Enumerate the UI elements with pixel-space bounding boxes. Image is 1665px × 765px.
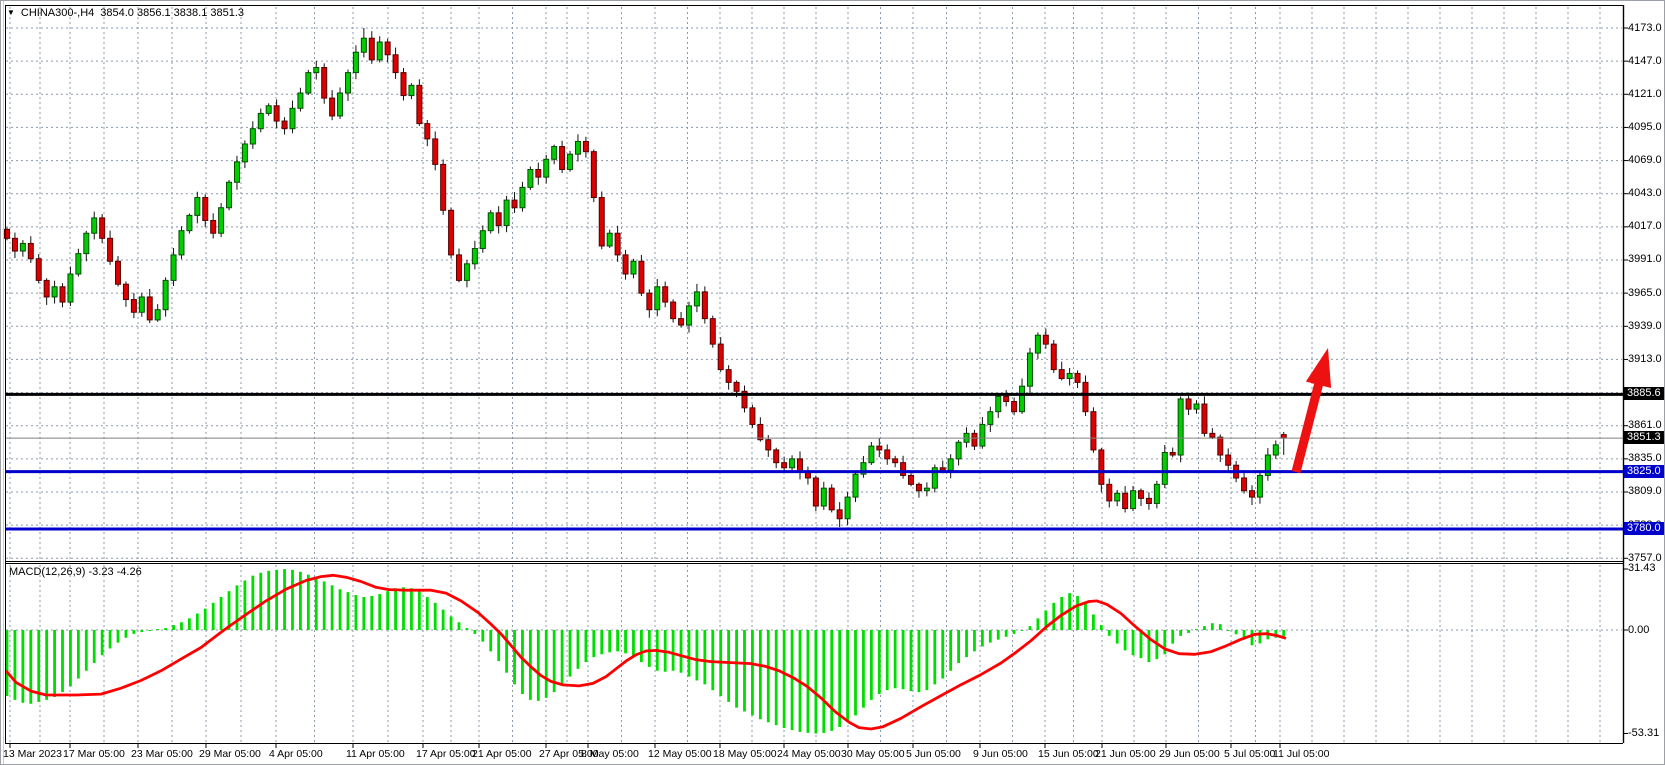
time-tick-label: 5 Jun 05:00 — [906, 748, 961, 760]
price-tick-label: 3991.0 — [1628, 253, 1662, 265]
time-tick-label: 23 Mar 05:00 — [131, 748, 193, 760]
price-tick-label: 3965.0 — [1628, 287, 1662, 299]
time-tick-label: 13 Mar 2023 — [3, 748, 62, 760]
time-tick-label: 17 Apr 05:00 — [416, 748, 476, 760]
price-level-badge: 3780.0 — [1624, 522, 1665, 535]
chart-canvas[interactable] — [1, 1, 1665, 765]
chart-window: ▼ CHINA300-,H4 3854.0 3856.1 3838.1 3851… — [0, 0, 1665, 765]
time-tick-label: 18 May 05:00 — [713, 748, 777, 760]
price-tick-label: 4173.0 — [1628, 22, 1662, 34]
ohlc-values-label: 3854.0 3856.1 3838.1 3851.3 — [100, 7, 244, 19]
macd-values-label: -3.23 -4.26 — [88, 566, 141, 578]
price-tick-label: 4095.0 — [1628, 121, 1662, 133]
price-tick-label: 4147.0 — [1628, 55, 1662, 67]
chevron-down-icon[interactable]: ▼ — [7, 8, 15, 17]
chart-title: ▼ CHINA300-,H4 3854.0 3856.1 3838.1 3851… — [7, 7, 244, 19]
time-tick-label: 12 May 05:00 — [648, 748, 712, 760]
price-tick-label: 4043.0 — [1628, 187, 1662, 199]
price-tick-label: 4017.0 — [1628, 220, 1662, 232]
price-tick-label: 3835.0 — [1628, 452, 1662, 464]
time-tick-label: 15 Jun 05:00 — [1038, 748, 1099, 760]
time-tick-label: 30 May 05:00 — [841, 748, 905, 760]
time-tick-label: 29 Jun 05:00 — [1159, 748, 1220, 760]
macd-indicator-label: MACD(12,26,9) -3.23 -4.26 — [9, 566, 142, 578]
time-tick-label: 24 May 05:00 — [777, 748, 841, 760]
macd-tick-label: -53.31 — [1628, 727, 1659, 739]
up-arrow-annotation[interactable] — [1292, 348, 1332, 473]
macd-tick-label: 31.43 — [1628, 562, 1656, 574]
time-tick-label: 9 Jun 05:00 — [973, 748, 1028, 760]
macd-tick-label: 0.00 — [1628, 624, 1649, 636]
time-tick-label: 21 Apr 05:00 — [472, 748, 532, 760]
symbol-timeframe-label: CHINA300-,H4 — [21, 7, 94, 19]
time-tick-label: 5 Jul 05:00 — [1224, 748, 1275, 760]
time-tick-label: 17 Mar 05:00 — [63, 748, 125, 760]
price-level-badge: 3851.3 — [1624, 431, 1665, 444]
price-tick-label: 3939.0 — [1628, 320, 1662, 332]
price-level-badge: 3825.0 — [1624, 465, 1665, 478]
time-tick-label: 29 Mar 05:00 — [199, 748, 261, 760]
time-tick-label: 21 Jun 05:00 — [1095, 748, 1156, 760]
price-tick-label: 3861.0 — [1628, 419, 1662, 431]
price-tick-label: 3809.0 — [1628, 485, 1662, 497]
price-level-badge: 3885.6 — [1624, 387, 1665, 400]
macd-name-label: MACD(12,26,9) — [9, 566, 85, 578]
price-tick-label: 4121.0 — [1628, 88, 1662, 100]
time-tick-label: 8 May 05:00 — [581, 748, 639, 760]
price-tick-label: 3913.0 — [1628, 353, 1662, 365]
price-tick-label: 4069.0 — [1628, 154, 1662, 166]
time-tick-label: 4 Apr 05:00 — [269, 748, 323, 760]
time-tick-label: 11 Jul 05:00 — [1273, 748, 1329, 760]
time-tick-label: 11 Apr 05:00 — [346, 748, 405, 760]
